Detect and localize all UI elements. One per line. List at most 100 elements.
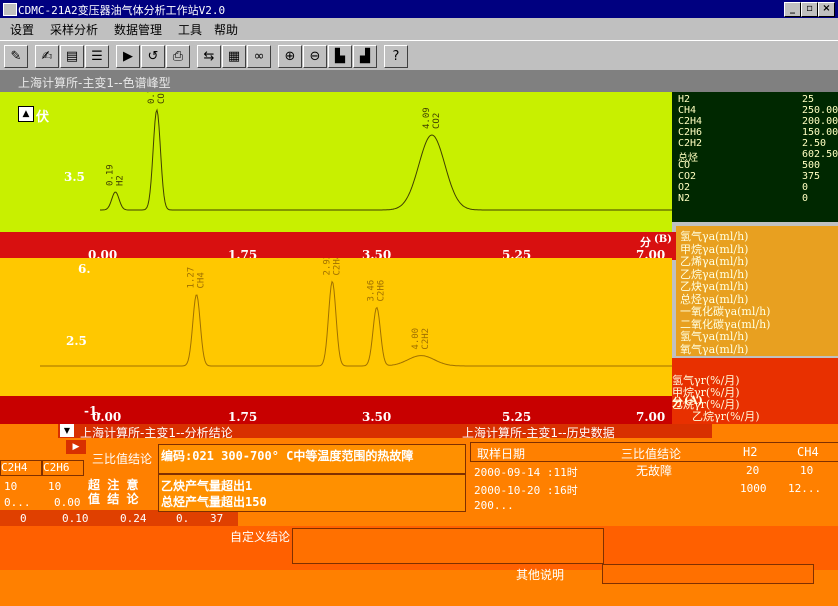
menu-tools[interactable]: 工具 [178, 21, 202, 38]
compare-icon: ⇆ [203, 49, 215, 64]
gas-value: 150.00 [802, 127, 838, 138]
history-ch4: 10 [800, 464, 814, 477]
lower-chromatogram[interactable]: 1.27 CH4 2.92 C2H4 3.46 C2H6 4.00 C2H2 [40, 254, 672, 398]
list-button[interactable]: ☰ [85, 45, 109, 68]
attention-box[interactable]: 乙炔产气量超出1 总烃产气量超出150 [158, 474, 466, 512]
zoom-out-button[interactable]: ⊖ [303, 45, 327, 68]
play-icon: ▶ [123, 49, 133, 64]
palette-button[interactable]: ▦ [222, 45, 246, 68]
menu-sampling[interactable]: 采样分析 [50, 21, 98, 38]
gas-name: C2H4 [678, 116, 703, 127]
lower-x-tick: 7.00 [636, 410, 666, 424]
upper-chromatogram-svg: 0.19 H2 0.70 CO 4.09 CO2 [100, 82, 672, 211]
table-cell: 0... [4, 496, 31, 509]
other-input[interactable] [602, 564, 814, 584]
gas-name: O2 [678, 182, 691, 193]
gas-name: C2H2 [678, 138, 703, 149]
lower-x-tick: 5.25 [502, 410, 532, 424]
analysis-panel: 上海计算所-主变1--分析结论 ▼ 上海计算所-主变1--历史数据 ▶ C2H4… [0, 424, 838, 606]
history-row[interactable]: 2000-09-14 :11时 无故障 20 10 [470, 462, 838, 480]
table-header-c2h6: C2H6 [42, 460, 84, 476]
attention-line: 乙炔产气量超出1 [161, 479, 253, 493]
concentration-panel: H2 25 CH4 250.00 C2H4 200.00 C2H6 150.00 C2H2 2.5… [672, 92, 838, 222]
gas-value: 0 [802, 193, 809, 204]
table-cell: 10 [48, 480, 62, 493]
history-title-bar: 上海计算所-主变1--历史数据 [460, 424, 712, 440]
dropdown-icon[interactable]: ▼ [60, 424, 74, 437]
table-cell: 0.00 [54, 496, 81, 509]
gas-value: 375 [802, 171, 821, 182]
upper-y-axis-panel: ▲ 伏 3.5 [0, 92, 100, 234]
report-button[interactable]: ▤ [60, 45, 84, 68]
undo-button[interactable]: ↺ [141, 45, 165, 68]
peak-name-label: CO2 [432, 113, 442, 129]
peak-time-label: 4.09 [422, 107, 432, 129]
peak-time-label: 3.46 [367, 280, 377, 302]
peak-name-label: CO [157, 93, 167, 104]
lower-x-tick: 1.75 [228, 410, 258, 424]
menu-settings[interactable]: 设置 [10, 21, 34, 38]
lower-x-axis: -1. 0.00 1.75 3.50 5.25 7.00 [0, 396, 676, 424]
table-cell: 10 [4, 480, 18, 493]
custom-conclusion-input[interactable] [292, 528, 604, 564]
history-ratio: 无故障 [636, 464, 673, 478]
gas-value: 602.50 [802, 149, 838, 160]
help-button[interactable]: ? [384, 45, 408, 68]
attention-label: 超 注 意 值 结 论 [88, 478, 139, 506]
peak-time-label: 1.27 [187, 267, 197, 289]
binoculars-button[interactable]: ∞ [247, 45, 271, 68]
chromatogram-line [40, 280, 672, 367]
peak-name-label: CH4 [197, 272, 207, 288]
lower-y-tick: 6. [78, 262, 91, 276]
edit-button[interactable]: ✍ [35, 45, 59, 68]
history-date: 2000-10-20 :16时 [474, 484, 578, 497]
relative-rate-legend: 分 (A) 氢气γr(%/月) 甲烷γr(%/月) 乙烷γr(%/月) 乙烷γr(%/… [672, 358, 838, 426]
peak-name-label: C2H6 [377, 280, 387, 302]
history-row[interactable]: 200... [470, 498, 838, 514]
table-header-c2h4: C2H4 [0, 460, 42, 476]
scroll-up-icon[interactable]: ▲ [18, 106, 34, 122]
y-unit-label: 伏 [36, 110, 50, 125]
upper-x-unit: 分 [640, 236, 651, 249]
history-header-ch4: CH4 [797, 445, 819, 459]
three-ratio-box[interactable]: 编码:021 300-700° C中等温度范围的热故障 [158, 444, 466, 474]
upper-chromatogram[interactable]: 0.19 H2 0.70 CO 4.09 CO2 [100, 82, 672, 234]
history-row[interactable]: 2000-10-20 :16时 1000 12... [470, 480, 838, 498]
minimize-button[interactable]: _ [784, 2, 801, 17]
play-button[interactable]: ▶ [116, 45, 140, 68]
settings-button[interactable]: ✎ [4, 45, 28, 68]
lower-x-tick: 0.00 [92, 410, 122, 424]
compare-button[interactable]: ⇆ [197, 45, 221, 68]
zoom-out-icon: ⊖ [309, 49, 321, 64]
close-button[interactable]: × [818, 2, 835, 17]
menu-help[interactable]: 帮助 [214, 21, 238, 38]
history-header: 取样日期 三比值结论 H2 CH4 [470, 442, 838, 462]
chart2-icon: ▟ [360, 49, 370, 64]
edit-icon: ✍ [41, 49, 53, 64]
peak-time-label: 2.92 [322, 258, 332, 276]
gas-value: 200.00 [802, 116, 838, 127]
history-date: 200... [474, 499, 514, 512]
peak-name-label: H2 [115, 175, 125, 186]
peak-name-label: C2H4 [332, 258, 342, 276]
menu-bar: 设置 采样分析 数据管理 工具 帮助 [0, 18, 838, 40]
gas-value: 25 [802, 94, 815, 105]
legend-item: 氧气γa(ml/h) [680, 342, 749, 356]
expand-arrow-icon[interactable]: ▶ [66, 440, 86, 454]
help-icon: ? [392, 49, 400, 64]
print-button[interactable]: ⎙ [166, 45, 190, 68]
palette-icon: ▦ [227, 49, 241, 64]
table-cell: 0.24 [120, 512, 147, 525]
gas-value: 250.00 [802, 105, 838, 116]
menu-data-management[interactable]: 数据管理 [114, 21, 162, 38]
chart2-button[interactable]: ▟ [353, 45, 377, 68]
zoom-in-button[interactable]: ⊕ [278, 45, 302, 68]
print-icon: ⎙ [172, 49, 184, 64]
table-cell: 37 [210, 512, 224, 525]
peak-time-label: 0.70 [147, 92, 157, 104]
gas-value: 0 [802, 182, 809, 193]
maximize-button[interactable]: ▫ [801, 2, 818, 17]
three-ratio-text: 编码:021 300-700° C中等温度范围的热故障 [161, 449, 414, 463]
lower-y-tick: 2.5 [66, 334, 87, 348]
chart-button[interactable]: ▙ [328, 45, 352, 68]
